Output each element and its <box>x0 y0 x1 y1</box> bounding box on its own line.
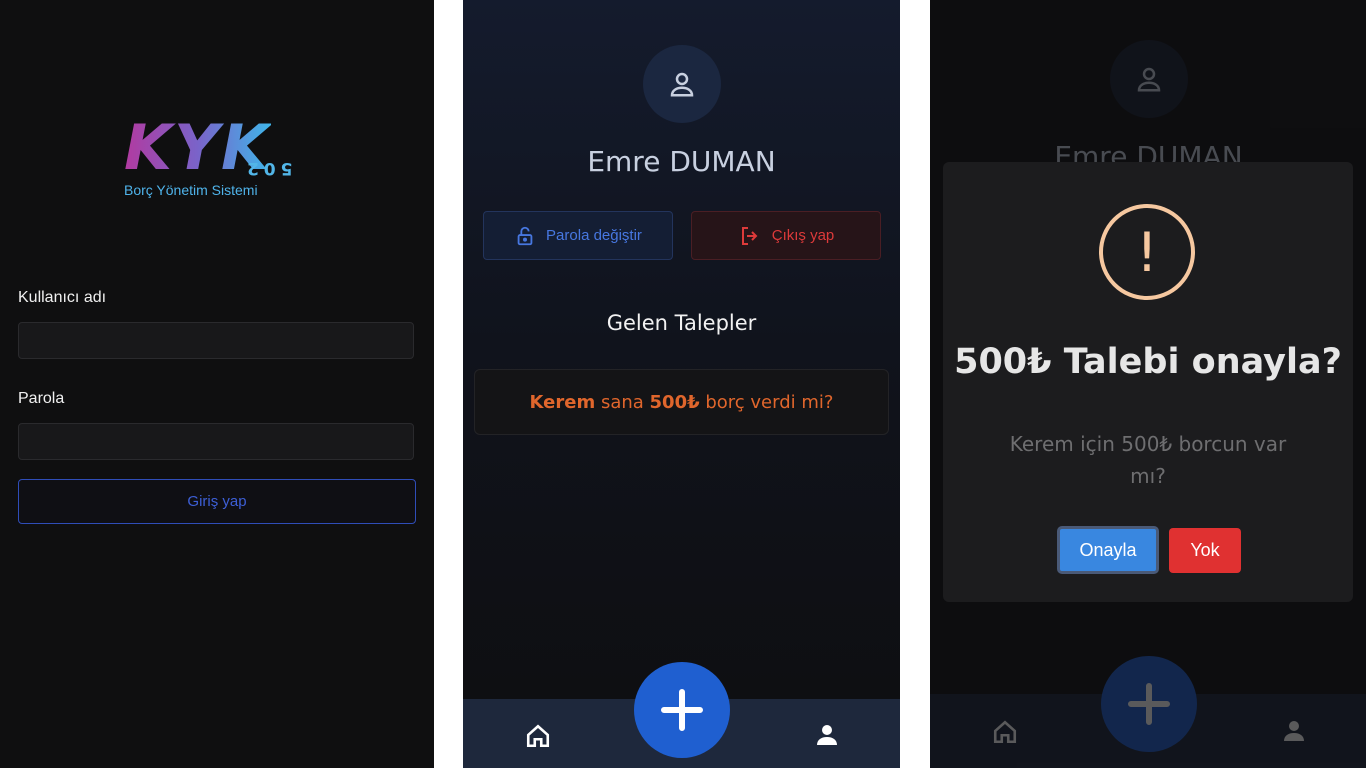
request-text-mid: sana <box>595 391 650 413</box>
dialog-title: 500₺ Talebi onayla? <box>954 342 1342 382</box>
logout-label: Çıkış yap <box>771 227 835 244</box>
change-password-label: Parola değiştir <box>546 227 642 244</box>
unlock-icon <box>517 226 533 245</box>
user-outline-icon <box>670 72 694 97</box>
add-button[interactable] <box>634 662 730 758</box>
dialog-text: Kerem için 500₺ borcun var mı? <box>1009 432 1287 488</box>
request-text-tail: borç verdi mi? <box>699 391 834 413</box>
change-password-button[interactable]: Parola değiştir <box>483 211 673 260</box>
request-card[interactable]: Kerem sana 500₺ borç verdi mi? <box>474 369 889 435</box>
profile-screen: Emre DUMAN Parola değiştir Çıkış yap Gel… <box>463 0 900 768</box>
logout-icon <box>741 226 758 245</box>
username-label: Kullanıcı adı <box>18 289 107 306</box>
confirm-dialog: ! 500₺ Talebi onayla? Kerem için 500₺ bo… <box>943 162 1353 602</box>
password-label: Parola <box>18 390 65 407</box>
logout-button[interactable]: Çıkış yap <box>691 211 881 260</box>
username-input[interactable] <box>18 322 414 359</box>
login-button[interactable]: Giriş yap <box>18 479 416 524</box>
avatar <box>643 45 721 123</box>
app-logo: KYK 502 Borç Yönetim Sistemi <box>124 116 324 210</box>
requests-title: Gelen Talepler <box>606 311 757 335</box>
user-name: Emre DUMAN <box>587 145 776 178</box>
confirm-screen: Emre DUMAN ! 500₺ Talebi onayla? Kerem i… <box>930 0 1366 768</box>
confirm-button[interactable]: Onayla <box>1057 526 1159 574</box>
cancel-button[interactable]: Yok <box>1169 528 1241 573</box>
warning-icon: ! <box>1099 204 1195 300</box>
password-input[interactable] <box>18 423 414 460</box>
login-screen: KYK 502 Borç Yönetim Sistemi Kullanıcı a… <box>0 0 434 768</box>
request-amount: 500₺ <box>649 391 700 413</box>
home-icon[interactable] <box>525 723 551 749</box>
user-icon[interactable] <box>815 723 839 747</box>
request-from: Kerem <box>529 391 596 413</box>
logo-number: 502 <box>242 158 293 178</box>
plus-icon <box>661 689 703 731</box>
logo-subtitle: Borç Yönetim Sistemi <box>124 182 258 198</box>
